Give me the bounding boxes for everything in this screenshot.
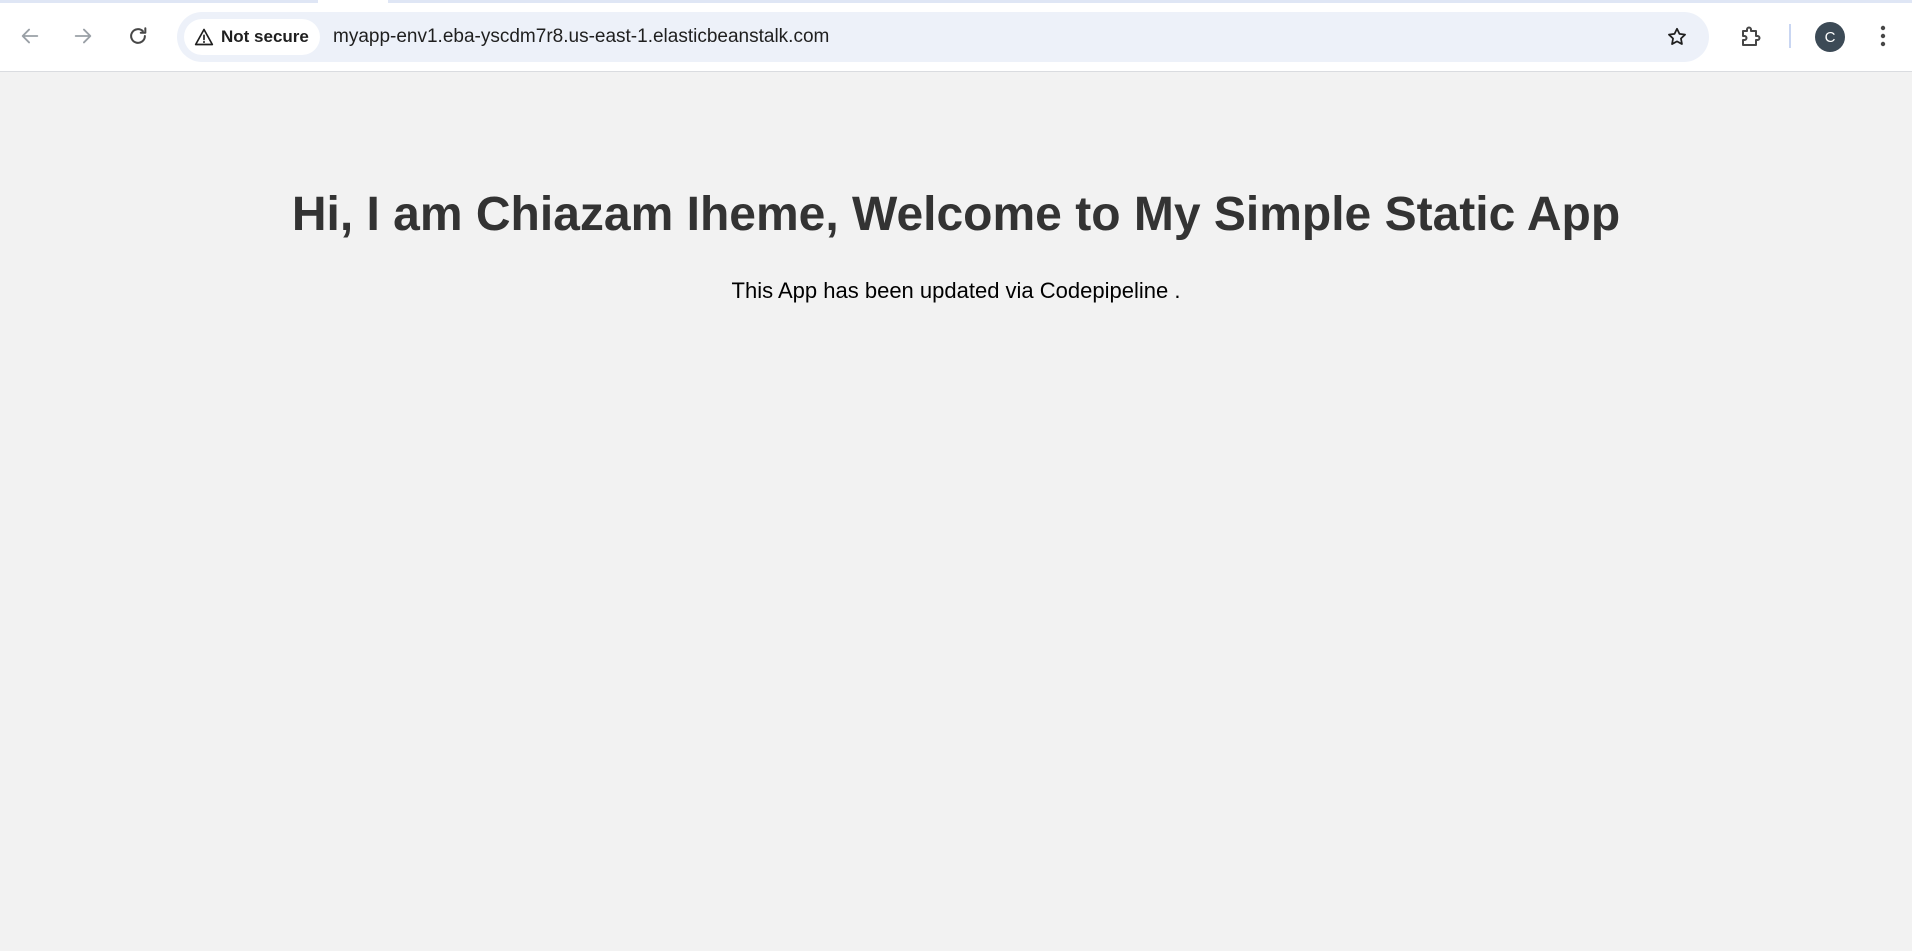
browser-toolbar: Not secure myapp-env1.eba-yscdm7r8.us-ea… — [0, 0, 1912, 72]
page-viewport: Hi, I am Chiazam Iheme, Welcome to My Si… — [0, 72, 1912, 951]
reload-button[interactable] — [118, 16, 158, 56]
forward-button[interactable] — [63, 16, 103, 56]
page-subheading: This App has been updated via Codepipeli… — [731, 278, 1181, 303]
arrow-left-icon — [21, 28, 39, 44]
tab-strip-accent — [0, 0, 1912, 3]
star-icon — [1668, 27, 1686, 45]
security-label: Not secure — [221, 27, 309, 46]
page-heading: Hi, I am Chiazam Iheme, Welcome to My Si… — [291, 188, 1621, 241]
profile-avatar[interactable]: C — [1815, 22, 1845, 52]
arrow-right-icon — [74, 28, 92, 44]
browser-menu-button[interactable] — [1868, 16, 1898, 56]
kebab-menu-icon — [1880, 25, 1886, 47]
address-bar[interactable]: Not secure myapp-env1.eba-yscdm7r8.us-ea… — [177, 12, 1709, 62]
extensions-button[interactable] — [1731, 16, 1771, 56]
bookmark-button[interactable] — [1659, 19, 1695, 55]
back-button[interactable] — [10, 16, 50, 56]
active-tab-indicator — [318, 0, 388, 3]
site-security-chip[interactable]: Not secure — [184, 19, 320, 55]
toolbar-divider — [1789, 24, 1791, 48]
url-text[interactable]: myapp-env1.eba-yscdm7r8.us-east-1.elasti… — [333, 12, 829, 62]
reload-icon — [130, 27, 147, 44]
warning-triangle-icon — [194, 28, 214, 46]
puzzle-piece-icon — [1742, 26, 1761, 46]
